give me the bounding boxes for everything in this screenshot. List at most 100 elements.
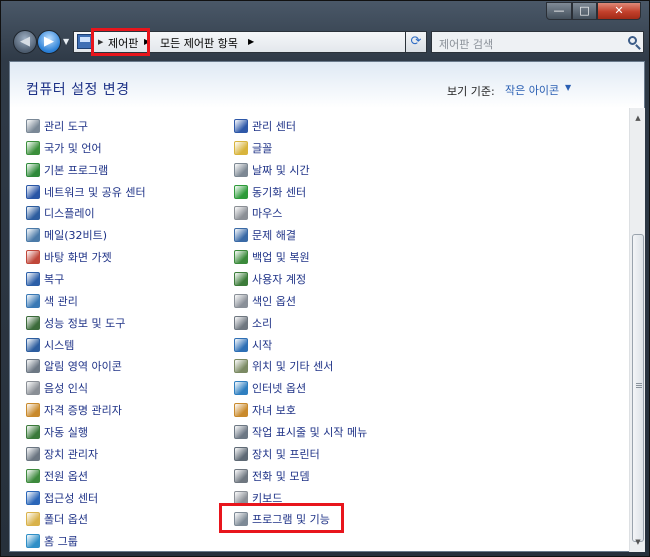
control-panel-item[interactable]: 관리 도구 (26, 117, 88, 135)
control-panel-item[interactable]: 작업 표시줄 및 시작 메뉴 (234, 423, 367, 441)
content-pane: 컴퓨터 설정 변경 보기 기준: 작은 아이콘 ▼ 관리 도구국가 및 언어기본… (9, 61, 645, 552)
control-panel-item-label: 사용자 계정 (252, 273, 307, 286)
phone-modem-icon (234, 468, 248, 483)
control-panel-item-label: 접근성 센터 (44, 491, 99, 505)
refresh-button[interactable]: ⟳ (405, 31, 427, 53)
control-panel-item[interactable]: 관리 센터 (234, 117, 296, 135)
control-panel-item[interactable]: 시작 (234, 336, 272, 354)
control-panel-item-label: 성능 정보 및 도구 (44, 316, 126, 330)
control-panel-item[interactable]: 홈 그룹 (26, 532, 78, 550)
recent-pages-dropdown-icon[interactable]: ▼ (63, 37, 69, 46)
fonts-icon (234, 140, 248, 155)
power-options-icon (26, 468, 40, 483)
forward-button[interactable]: ▶ (37, 30, 61, 54)
control-panel-item-label: 자동 실행 (44, 425, 88, 439)
mouse-icon (234, 206, 248, 221)
control-panel-window: — □ ✕ ◀ ▶ ▼ ▶ 제어판 ▶ 모든 제어판 항목 ▶ ▼ ⟳ 제어판 … (0, 0, 650, 557)
recovery-icon (26, 272, 40, 286)
control-panel-item-label: 시스템 (44, 338, 75, 352)
control-panel-item[interactable]: 기본 프로그램 (26, 161, 108, 179)
breadcrumb-all-items[interactable]: 모든 제어판 항목 (160, 35, 238, 51)
notification-area-icon (26, 359, 40, 374)
control-panel-item-label: 백업 및 복원 (252, 251, 310, 265)
control-panel-item[interactable]: 위치 및 기타 센서 (234, 357, 333, 375)
view-by-label: 보기 기준: (447, 85, 495, 98)
control-panel-item-label: 인터넷 옵션 (252, 382, 307, 396)
control-panel-item[interactable]: 장치 및 프린터 (234, 445, 320, 463)
control-panel-item[interactable]: 복구 (26, 270, 64, 288)
control-panel-item[interactable]: 디스플레이 (26, 204, 95, 222)
control-panel-item[interactable]: 메일(32비트) (26, 226, 107, 244)
control-panel-item-label: 자격 증명 관리자 (44, 404, 122, 418)
speech-recognition-icon (26, 381, 40, 396)
scroll-up-button[interactable]: ▲ (630, 110, 646, 126)
control-panel-item-label: 폴더 옵션 (44, 513, 88, 527)
control-panel-item[interactable]: 장치 관리자 (26, 445, 98, 463)
autoplay-icon (26, 424, 40, 439)
control-panel-item[interactable]: 접근성 센터 (26, 489, 98, 507)
control-panel-item-label: 기본 프로그램 (44, 163, 109, 177)
ease-of-access-icon (26, 490, 40, 505)
highlight-box-programs-features (219, 503, 344, 533)
control-panel-item[interactable]: 문제 해결 (234, 226, 296, 244)
vertical-scrollbar[interactable]: ▲ ▼ (629, 108, 645, 552)
backup-restore-icon (234, 250, 248, 265)
control-panel-item-label: 음성 인식 (44, 382, 88, 396)
control-panel-item[interactable]: 전화 및 모뎀 (234, 467, 310, 485)
search-input[interactable]: 제어판 검색 (439, 36, 493, 52)
mail-icon (26, 228, 40, 243)
control-panel-item-label: 시작 (252, 338, 273, 352)
view-by-selector[interactable]: 작은 아이콘 (505, 82, 559, 98)
control-panel-item[interactable]: 전원 옵션 (26, 467, 88, 485)
control-panel-item[interactable]: 색인 옵션 (234, 292, 296, 310)
device-manager-icon (26, 446, 40, 461)
control-panel-item[interactable]: 백업 및 복원 (234, 248, 310, 266)
control-panel-item-label: 문제 해결 (252, 229, 296, 243)
homegroup-icon (26, 534, 40, 549)
control-panel-item[interactable]: 마우스 (234, 204, 282, 222)
search-icon[interactable] (628, 36, 637, 45)
control-panel-item-label: 관리 도구 (44, 120, 88, 133)
control-panel-item[interactable]: 국가 및 언어 (26, 139, 102, 157)
user-accounts-icon (234, 272, 248, 286)
display-icon (26, 206, 40, 221)
control-panel-item[interactable]: 음성 인식 (26, 379, 88, 397)
back-button[interactable]: ◀ (13, 30, 37, 54)
control-panel-item[interactable]: 바탕 화면 가젯 (26, 248, 112, 266)
crumb-separator-icon[interactable]: ▶ (248, 37, 254, 46)
control-panel-item[interactable]: 네트워크 및 공유 센터 (26, 183, 146, 201)
control-panel-item[interactable]: 성능 정보 및 도구 (26, 314, 125, 332)
close-button[interactable]: ✕ (597, 2, 641, 20)
scroll-down-button[interactable]: ▼ (630, 534, 646, 550)
control-panel-item[interactable]: 글꼴 (234, 139, 272, 157)
control-panel-item-label: 전원 옵션 (44, 469, 88, 483)
control-panel-item[interactable]: 날짜 및 시간 (234, 161, 310, 179)
minimize-button[interactable]: — (546, 2, 572, 20)
maximize-button[interactable]: □ (572, 2, 597, 20)
page-title: 컴퓨터 설정 변경 (26, 82, 130, 98)
control-panel-item[interactable]: 자동 실행 (26, 423, 88, 441)
chevron-down-icon[interactable]: ▼ (565, 83, 571, 92)
color-management-icon (26, 293, 40, 308)
control-panel-item[interactable]: 사용자 계정 (234, 270, 306, 288)
control-panel-item[interactable]: 시스템 (26, 336, 74, 354)
control-panel-item-label: 홈 그룹 (44, 535, 78, 549)
control-panel-item-label: 전화 및 모뎀 (252, 469, 310, 483)
control-panel-item[interactable]: 소리 (234, 314, 272, 332)
control-panel-item[interactable]: 인터넷 옵션 (234, 379, 306, 397)
search-box[interactable]: 제어판 검색 (431, 31, 644, 53)
control-panel-item[interactable]: 색 관리 (26, 292, 78, 310)
credential-manager-icon (26, 403, 40, 418)
desktop-gadgets-icon (26, 250, 40, 265)
control-panel-item-label: 복구 (44, 273, 65, 286)
date-time-icon (234, 162, 248, 177)
control-panel-item[interactable]: 동기화 센터 (234, 183, 306, 201)
control-panel-item-label: 소리 (252, 316, 273, 330)
control-panel-item[interactable]: 자격 증명 관리자 (26, 401, 122, 419)
control-panel-item[interactable]: 자녀 보호 (234, 401, 296, 419)
system-icon (26, 337, 40, 352)
control-panel-item[interactable]: 폴더 옵션 (26, 510, 88, 528)
control-panel-item-label: 장치 및 프린터 (252, 447, 320, 461)
scrollbar-thumb[interactable] (632, 234, 644, 542)
control-panel-item[interactable]: 알림 영역 아이콘 (26, 357, 122, 375)
